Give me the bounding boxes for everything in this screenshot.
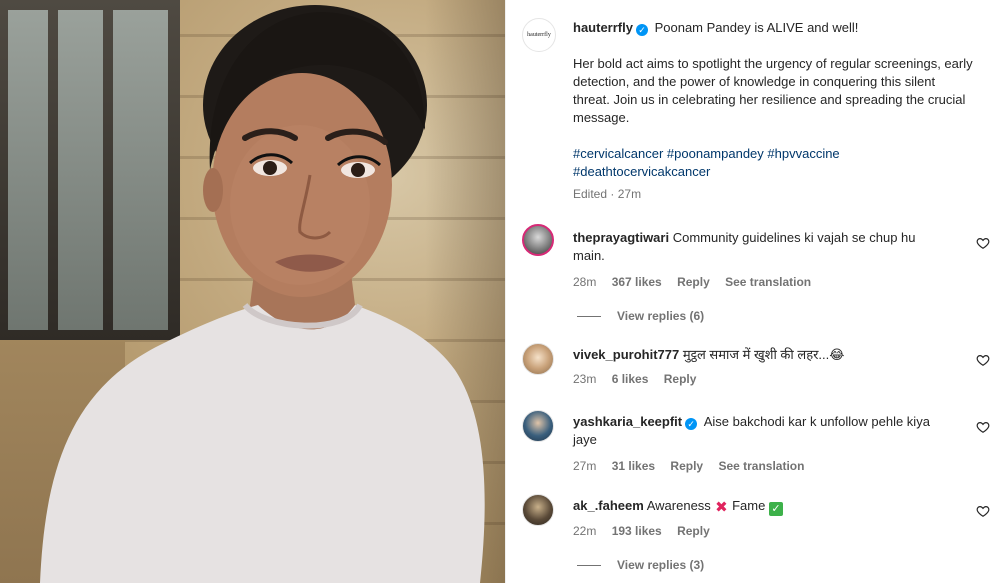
reply-button[interactable]: Reply	[664, 372, 697, 386]
post-body: Her bold act aims to spotlight the urgen…	[573, 56, 973, 125]
comment-text: Community guidelines ki vajah se chup hu	[672, 230, 916, 245]
view-replies-button[interactable]: View replies (6)	[577, 309, 953, 323]
reply-button[interactable]: Reply	[677, 524, 710, 538]
commenter-avatar[interactable]	[522, 343, 554, 375]
view-replies-label: View replies (3)	[617, 558, 705, 572]
commenter-avatar[interactable]	[522, 224, 554, 256]
comment-username[interactable]: theprayagtiwari	[573, 230, 669, 245]
comment-text-fame: Fame	[732, 498, 766, 513]
post-author-username[interactable]: hauterrfly	[573, 20, 633, 35]
comment-likes[interactable]: 193 likes	[612, 524, 662, 538]
post-media[interactable]	[0, 0, 505, 583]
hashtags-line-2[interactable]: #deathtocervicakcancer	[573, 163, 983, 181]
avatar-logo-text: hauterrfly	[527, 32, 551, 38]
view-replies-button[interactable]: View replies (3)	[577, 558, 953, 572]
red-x-emoji: ✖	[715, 499, 728, 516]
comment-likes[interactable]: 31 likes	[612, 459, 655, 473]
see-translation-button[interactable]: See translation	[718, 459, 804, 473]
post-headline: Poonam Pandey is ALIVE and well!	[654, 20, 859, 35]
comment-text: Aise bakchodi kar k unfollow pehle kiya	[703, 414, 930, 429]
commenter-avatar[interactable]	[522, 494, 554, 526]
verified-badge-icon: ✓	[685, 418, 698, 430]
commenter-avatar[interactable]	[522, 410, 554, 442]
comment-time[interactable]: 23m	[573, 372, 596, 386]
comment-time[interactable]: 28m	[573, 275, 596, 289]
comment-likes[interactable]: 367 likes	[612, 275, 662, 289]
comment-text-cont: main.	[573, 248, 605, 263]
comment-username[interactable]: vivek_purohit777	[573, 347, 679, 362]
comment-text-cont: jaye	[573, 432, 597, 447]
comment-item: vivek_purohit777 मुट्ठल समाज में खुशी की…	[506, 343, 998, 393]
comments-panel: hauterrfly hauterrfly ✓ Poonam Pandey is …	[505, 0, 998, 583]
comment-username[interactable]: yashkaria_keepfit	[573, 414, 682, 429]
heart-outline-icon[interactable]	[976, 420, 990, 434]
heart-outline-icon[interactable]	[976, 504, 990, 518]
comment-text-awareness: Awareness	[646, 498, 711, 513]
heart-outline-icon[interactable]	[976, 353, 990, 367]
hashtags-line-1[interactable]: #cervicalcancer #poonampandey #hpvvaccin…	[573, 145, 983, 163]
comment-text: मुट्ठल समाज में खुशी की लहर...😂	[682, 347, 845, 362]
post-time[interactable]: 27m	[618, 187, 641, 201]
comment-username[interactable]: ak_.faheem	[573, 498, 644, 513]
comment-likes[interactable]: 6 likes	[612, 372, 649, 386]
comment-time[interactable]: 27m	[573, 459, 596, 473]
comment-time[interactable]: 22m	[573, 524, 596, 538]
woman-portrait	[40, 5, 485, 583]
comment-item: yashkaria_keepfit ✓ Aise bakchodi kar k u…	[506, 410, 998, 480]
heart-outline-icon[interactable]	[976, 236, 990, 250]
comment-item: ak_.faheem Awareness ✖ Fame ✓ 22m 193 li…	[506, 494, 998, 579]
verified-badge-icon: ✓	[635, 24, 648, 36]
green-check-emoji: ✓	[768, 502, 783, 516]
see-translation-button[interactable]: See translation	[725, 275, 811, 289]
author-avatar[interactable]: hauterrfly	[522, 18, 556, 52]
edited-label: Edited	[573, 187, 608, 201]
post-caption: hauterrfly hauterrfly ✓ Poonam Pandey is …	[506, 16, 998, 211]
view-replies-label: View replies (6)	[617, 309, 705, 323]
reply-button[interactable]: Reply	[677, 275, 710, 289]
reply-button[interactable]: Reply	[670, 459, 703, 473]
comment-item: theprayagtiwari Community guidelines ki …	[506, 224, 998, 334]
